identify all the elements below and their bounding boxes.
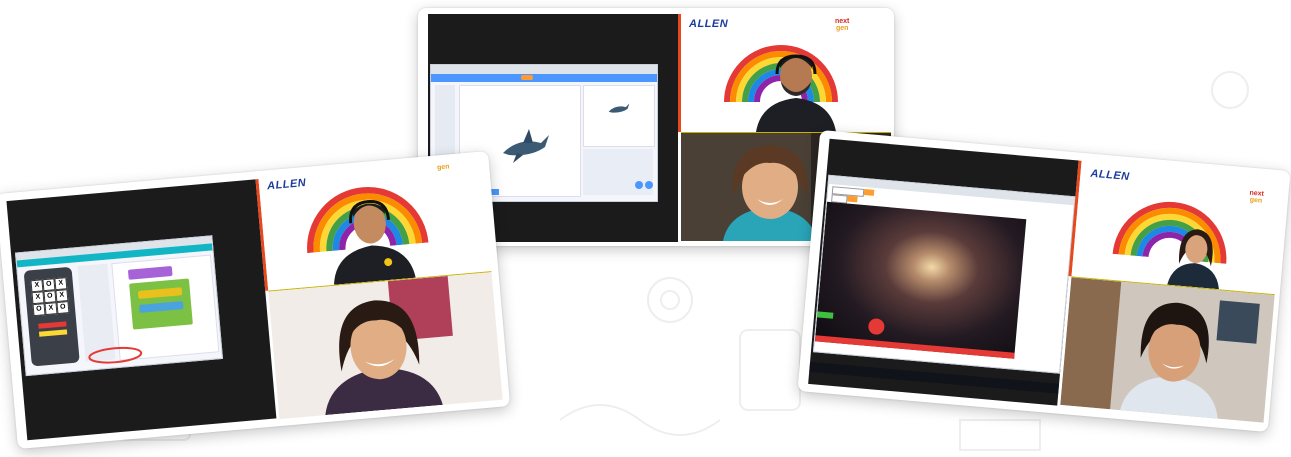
- tutor-avatar: [1167, 229, 1219, 290]
- ttt-cell[interactable]: O: [42, 278, 56, 292]
- student-video: [1060, 277, 1275, 423]
- right-session-card: ALLEN next gen: [797, 129, 1291, 433]
- ttt-cell[interactable]: X: [30, 279, 44, 293]
- shark-stage-icon: [608, 103, 630, 113]
- block-coding-window[interactable]: X O X X O X O X O: [14, 235, 224, 377]
- shared-screen: [808, 138, 1079, 406]
- brand-logo: ALLEN: [1090, 167, 1131, 184]
- tutor-avatar: [756, 54, 836, 132]
- tutor-video: ALLEN next gen: [258, 159, 492, 291]
- left-session-card: X O X X O X O X O ALLEN next gen: [0, 150, 511, 450]
- shared-screen: X O X X O X O X O: [6, 179, 277, 441]
- student-avatar: [723, 145, 817, 241]
- space-game-window[interactable]: [812, 174, 1076, 374]
- student-video: [268, 272, 503, 420]
- ttt-cell[interactable]: O: [56, 301, 70, 315]
- annotation-circle: [88, 346, 143, 364]
- student-avatar: [1120, 302, 1218, 419]
- partner-logo: next gen: [435, 159, 451, 172]
- tic-tac-toe-grid[interactable]: X O X X O X O X O: [30, 277, 70, 317]
- partner-logo: next gen: [835, 18, 850, 32]
- ttt-cell[interactable]: O: [32, 303, 46, 317]
- shark-sprite-icon: [503, 129, 549, 163]
- tutor-video: ALLEN next gen: [1071, 160, 1285, 295]
- tutor-avatar: [333, 200, 416, 285]
- player-sprite: [867, 317, 886, 336]
- tutor-video: ALLEN next gen: [681, 14, 891, 132]
- student-avatar: [325, 300, 443, 416]
- ttt-cell[interactable]: X: [44, 302, 58, 316]
- phone-preview: X O X X O X O X O: [23, 266, 80, 367]
- brand-logo: ALLEN: [689, 18, 729, 30]
- partner-logo: next gen: [1249, 189, 1265, 205]
- game-stage[interactable]: [814, 201, 1027, 359]
